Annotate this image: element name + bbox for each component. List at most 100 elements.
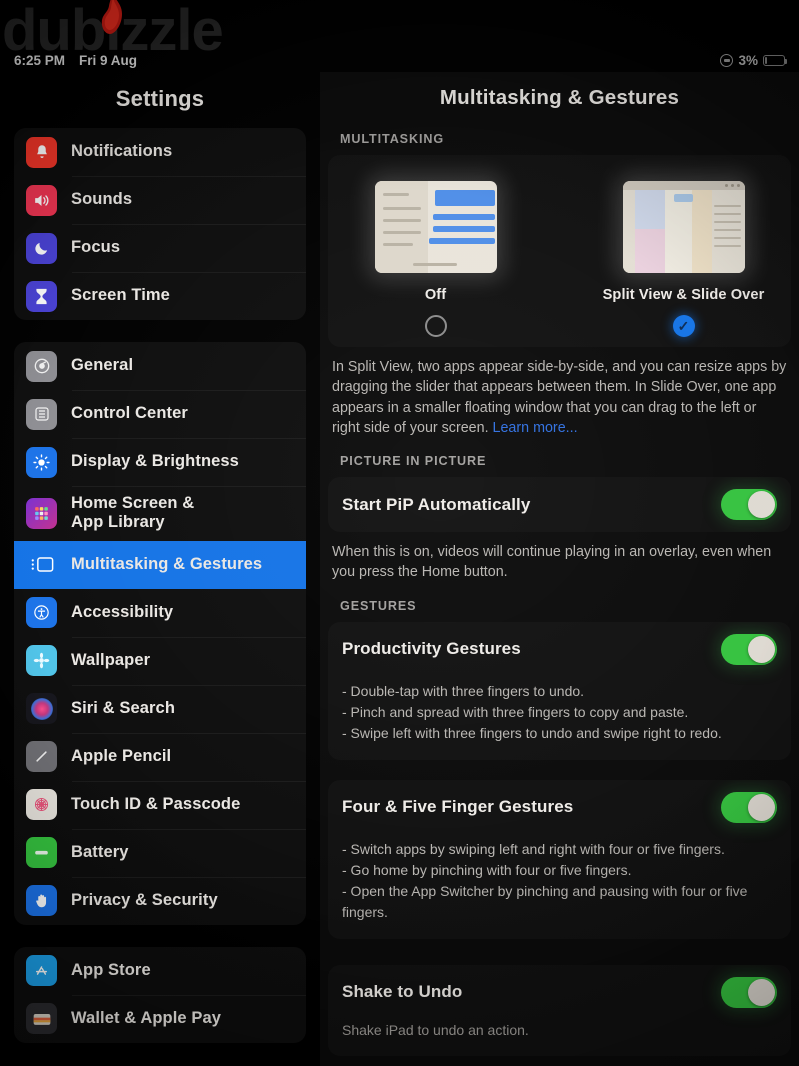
sidebar-item-accessibility[interactable]: Accessibility xyxy=(14,589,306,637)
sidebar-item-battery[interactable]: Battery xyxy=(14,828,306,877)
status-time: 6:25 PM xyxy=(14,52,66,68)
row-start-pip-automatically[interactable]: Start PiP Automatically xyxy=(328,477,791,532)
sidebar-item-label: Notifications xyxy=(71,142,173,161)
four-five-finger-gestures-toggle[interactable] xyxy=(721,791,777,823)
row-four-five-finger-gestures[interactable]: Four & Five Finger Gestures xyxy=(328,780,791,835)
speaker-icon xyxy=(26,184,57,216)
row-shake-to-undo[interactable]: Shake to Undo xyxy=(328,965,791,1020)
multitasking-option-caption: Split View & Slide Over xyxy=(602,287,765,303)
sidebar-item-screen-time[interactable]: Screen Time xyxy=(14,272,306,320)
sidebar-item-general[interactable]: General xyxy=(14,342,306,390)
sidebar-item-label: Accessibility xyxy=(71,603,174,622)
start-pip-automatically-toggle[interactable] xyxy=(721,489,777,521)
sidebar-item-label: General xyxy=(71,356,134,375)
multitasking-option-split-view[interactable]: Split View & Slide Over ✓ xyxy=(591,181,777,337)
section-header-gestures: GESTURES xyxy=(340,598,417,613)
sidebar-item-sounds[interactable]: Sounds xyxy=(14,176,306,224)
sidebar-item-label: Focus xyxy=(71,238,121,257)
productivity-gestures-card: Productivity Gestures - Double-tap with … xyxy=(328,621,791,760)
row-label: Productivity Gestures xyxy=(342,639,521,659)
section-header-picture-in-picture: PICTURE IN PICTURE xyxy=(340,454,487,469)
section-header-multitasking: MULTITASKING xyxy=(340,132,445,146)
row-label: Shake to Undo xyxy=(342,982,463,1002)
sidebar-item-label: Control Center xyxy=(71,404,188,423)
sidebar-item-label: Siri & Search xyxy=(71,699,176,718)
multitasking-icon xyxy=(26,549,57,580)
sidebar-item-label: App Store xyxy=(71,961,151,980)
fingerprint-icon xyxy=(26,789,57,821)
radio-unselected-icon xyxy=(424,315,447,337)
bullet-item: - Double-tap with three fingers to undo. xyxy=(342,682,585,699)
sun-icon xyxy=(26,446,57,478)
sidebar-item-label: Wallpaper xyxy=(71,651,151,670)
app-grid-icon xyxy=(26,497,57,529)
siri-icon xyxy=(26,693,57,725)
sidebar-item-privacy-security[interactable]: Privacy & Security xyxy=(14,876,306,925)
bullet-item: - Swipe left with three fingers to undo … xyxy=(342,724,722,741)
multitasking-option-caption: Off xyxy=(424,287,447,303)
multitasking-option-off-radio[interactable] xyxy=(343,315,529,337)
sidebar-item-display-brightness[interactable]: Display & Brightness xyxy=(14,438,306,486)
sidebar-item-home-screen-app-library[interactable]: Home Screen & App Library xyxy=(14,486,306,541)
sidebar-item-label: Wallet & Apple Pay xyxy=(71,1009,222,1028)
bullet-item: - Pinch and spread with three fingers to… xyxy=(342,703,689,720)
sidebar-item-notifications[interactable]: Notifications xyxy=(14,128,306,176)
sidebar-item-focus[interactable]: Focus xyxy=(14,224,306,272)
multitasking-option-picker[interactable]: Off Split View & Slide Over ✓ xyxy=(328,155,791,347)
sidebar-group-3: App Store Wallet & Apple Pay xyxy=(14,946,306,1043)
bell-icon xyxy=(26,136,57,168)
sidebar-item-label: Home Screen & App Library xyxy=(71,494,195,532)
sidebar-group-2: General Control Center Display & Brightn… xyxy=(14,342,306,925)
pip-description: When this is on, videos will continue pl… xyxy=(332,544,772,581)
sidebar-item-wallet-apple-pay[interactable]: Wallet & Apple Pay xyxy=(14,994,306,1043)
sidebar-group-1: Notifications Sounds Focus Screen Time xyxy=(14,128,306,320)
settings-sidebar[interactable]: Settings Notifications Sounds Focus Scre… xyxy=(0,72,320,1066)
sidebar-item-label: Apple Pencil xyxy=(71,747,172,766)
gear-icon xyxy=(26,350,57,382)
sidebar-item-siri-search[interactable]: Siri & Search xyxy=(14,684,306,733)
sidebar-item-label: Sounds xyxy=(71,190,133,209)
shake-to-undo-description: Shake iPad to undo an action. xyxy=(342,1021,529,1038)
hourglass-icon xyxy=(26,280,57,312)
bullet-item: - Go home by pinching with four or five … xyxy=(342,861,632,878)
sliders-icon xyxy=(26,398,57,430)
status-bar: 6:25 PM Fri 9 Aug 3% xyxy=(0,48,799,72)
multitasking-thumbnail-split-view xyxy=(622,181,745,273)
four-five-finger-gestures-bullets: - Switch apps by swiping left and right … xyxy=(328,835,791,939)
productivity-gestures-toggle[interactable] xyxy=(721,633,777,665)
accessibility-icon xyxy=(26,597,57,629)
battery-icon xyxy=(26,837,57,869)
battery-percent: 3% xyxy=(738,52,758,68)
sidebar-item-apple-pencil[interactable]: Apple Pencil xyxy=(14,732,306,781)
moon-icon xyxy=(26,232,57,264)
sidebar-item-multitasking-gestures[interactable]: Multitasking & Gestures xyxy=(14,540,306,589)
multitasking-description: In Split View, two apps appear side-by-s… xyxy=(320,347,799,454)
row-label: Start PiP Automatically xyxy=(342,494,531,514)
pip-card: Start PiP Automatically xyxy=(328,477,791,533)
sidebar-item-touch-id-passcode[interactable]: Touch ID & Passcode xyxy=(14,780,306,829)
multitasking-card: Off Split View & Slide Over ✓ xyxy=(328,155,791,347)
app-store-icon xyxy=(26,955,57,987)
radio-selected-check-icon: ✓ xyxy=(672,315,695,337)
bullet-item: - Open the App Switcher by pinching and … xyxy=(342,882,748,920)
sidebar-item-app-store[interactable]: App Store xyxy=(14,947,306,995)
multitasking-option-off[interactable]: Off xyxy=(343,181,529,337)
battery-icon xyxy=(763,54,788,66)
pencil-icon xyxy=(26,741,57,773)
row-productivity-gestures[interactable]: Productivity Gestures xyxy=(328,622,791,677)
four-five-finger-gestures-card: Four & Five Finger Gestures - Switch app… xyxy=(328,779,791,939)
sidebar-item-label: Screen Time xyxy=(71,286,170,305)
sidebar-item-control-center[interactable]: Control Center xyxy=(14,390,306,438)
settings-detail-pane: Multitasking & Gestures MULTITASKING Off… xyxy=(320,72,799,1066)
sidebar-item-wallpaper[interactable]: Wallpaper xyxy=(14,636,306,685)
shake-to-undo-card: Shake to Undo Shake iPad to undo an acti… xyxy=(328,964,791,1056)
sidebar-title: Settings xyxy=(115,86,205,111)
row-label: Four & Five Finger Gestures xyxy=(342,797,574,817)
multitasking-option-split-view-radio[interactable]: ✓ xyxy=(591,315,777,337)
multitasking-thumbnail-off xyxy=(374,181,497,273)
shake-to-undo-toggle[interactable] xyxy=(721,976,777,1008)
learn-more-link[interactable]: Learn more... xyxy=(493,420,578,436)
sidebar-item-label: Display & Brightness xyxy=(71,452,239,471)
sidebar-item-label: Battery xyxy=(71,843,129,862)
bullet-item: - Switch apps by swiping left and right … xyxy=(342,840,725,857)
